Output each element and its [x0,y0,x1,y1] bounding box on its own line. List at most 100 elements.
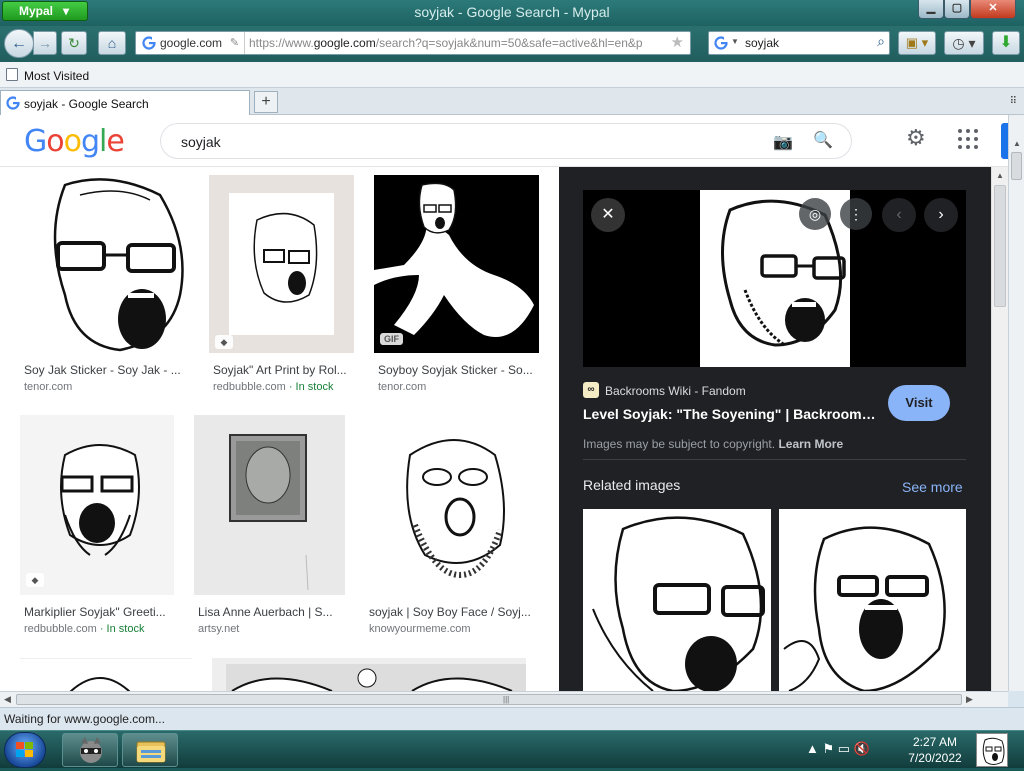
search-icon[interactable]: 🔍 [813,130,833,150]
stock-label: · In stock [96,623,145,635]
result-domain: redbubble.com [24,623,97,635]
google-engine-icon[interactable] [714,36,728,50]
history-button[interactable]: ◷ ▾ [944,31,984,55]
result-title[interactable]: Soyboy Soyjak Sticker - So... [378,363,536,377]
navigation-toolbar: ← → ↻ ⌂ google.com ✎ https://www.google.… [0,26,1024,62]
taskbar-explorer-button[interactable] [122,733,178,767]
site-identity-label: google.com [160,36,223,50]
image-result[interactable]: soyjak | Soy Boy Face / Soyj... knowyour… [365,415,539,637]
logo-letter: o [63,124,82,159]
url-prefix: https://www. [249,36,314,50]
scrollbar-thumb[interactable] [994,185,1006,307]
chevron-down-icon[interactable]: ▼ [731,37,739,46]
result-thumbnail[interactable] [194,415,345,595]
forward-button[interactable]: → [33,31,57,55]
image-result[interactable] [20,658,192,691]
user-avatar[interactable] [976,733,1008,767]
clock[interactable]: 2:27 AM 7/20/2022 [900,734,970,766]
grip-icon: ||| [503,695,510,704]
minimize-button[interactable]: ▁ [918,0,944,19]
tab-soyjak-search[interactable]: soyjak - Google Search [0,90,250,115]
downloads-button[interactable]: ⬇ [992,31,1020,55]
browser-window: Mypal ▾ soyjak - Google Search - Mypal ▁ … [0,0,1024,730]
reload-button[interactable]: ↻ [61,31,87,55]
search-bar-input[interactable]: soyjak [745,32,779,54]
result-thumbnail[interactable] [365,415,539,595]
home-button[interactable]: ⌂ [98,31,126,55]
result-title[interactable]: Markiplier Soyjak" Greeti... [24,605,170,619]
result-thumbnail[interactable]: GIF [374,175,539,353]
url-text[interactable]: https://www.google.com/search?q=soyjak&n… [249,32,664,54]
image-result[interactable]: GIF Soyboy Soyjak Sticker - So... tenor.… [374,175,539,397]
result-title[interactable]: Lisa Anne Auerbach | S... [198,605,341,619]
horizontal-scrollbar[interactable]: ◀ ||| ▶ [0,691,1008,707]
preview-title[interactable]: Level Soyjak: "The Soyening" | Backrooms… [583,406,883,422]
image-result[interactable]: ◆ Markiplier Soyjak" Greeti... redbubble… [20,415,174,637]
new-tab-button[interactable]: + [254,91,278,113]
results-scrollbar[interactable]: ▲ [991,167,1008,691]
scroll-up-icon[interactable]: ▲ [1013,139,1021,148]
start-button[interactable] [4,732,46,768]
tag-icon: ◆ [215,335,233,349]
maximize-button[interactable]: ▢ [944,0,970,19]
lens-icon[interactable]: ◎ [799,198,831,230]
tab-strip: soyjak - Google Search + ⠿ [0,88,1024,115]
scrollbar-thumb[interactable] [1011,152,1022,180]
scroll-up-icon[interactable]: ▲ [996,171,1004,180]
back-button[interactable]: ← [4,29,34,58]
visit-button[interactable]: Visit [888,385,950,421]
copyright-notice: Images may be subject to copyright. Lear… [583,437,843,451]
logo-letter: o [46,124,64,159]
sign-in-edge[interactable] [1001,123,1008,159]
divider [583,459,966,460]
scroll-left-icon[interactable]: ◀ [4,694,11,705]
result-title[interactable]: soyjak | Soy Boy Face / Soyj... [369,605,535,619]
image-result[interactable]: ◆ Soyjak" Art Print by Rol... redbubble.… [209,175,354,397]
search-bar[interactable]: ▼ soyjak ⌕ [708,31,890,55]
scroll-right-icon[interactable]: ▶ [966,694,973,705]
taskbar: ▲ ⚑ ▭ 🔇 2:27 AM 7/20/2022 [0,730,1024,768]
close-window-button[interactable]: ✕ [970,0,1016,19]
apps-grid-icon[interactable] [958,129,978,149]
system-tray[interactable]: ▲ ⚑ ▭ 🔇 [806,741,870,757]
bookmarks-menu-button[interactable]: ▣ ▾ [898,31,936,55]
next-image-button[interactable]: › [924,198,958,232]
learn-more-link[interactable]: Learn More [778,437,843,451]
image-result[interactable]: Lisa Anne Auerbach | S... artsy.net [194,415,345,637]
related-image[interactable] [779,509,966,691]
camera-icon[interactable]: 📷 [773,132,793,152]
related-image[interactable] [583,509,771,691]
search-icon[interactable]: ⌕ [877,33,885,50]
bookmark-most-visited[interactable]: Most Visited [24,69,89,83]
result-title[interactable]: Soy Jak Sticker - Soy Jak - ... [24,363,186,377]
search-input[interactable]: soyjak [181,134,221,150]
result-source: knowyourmeme.com [369,623,470,635]
result-thumbnail[interactable] [20,175,190,353]
site-identity-button[interactable]: google.com ✎ [136,32,246,54]
page-scrollbar[interactable]: ▲ [1008,115,1024,691]
clock-time: 2:27 AM [912,735,958,749]
previous-image-button[interactable]: ‹ [882,198,916,232]
result-domain: redbubble.com [213,381,286,393]
gif-badge: GIF [380,333,403,345]
result-thumbnail[interactable]: ◆ [209,175,354,353]
scrollbar-thumb[interactable]: ||| [16,694,962,705]
fandom-icon: ∞ [583,382,599,398]
image-result[interactable] [212,658,526,691]
image-result[interactable]: Soy Jak Sticker - Soy Jak - ... tenor.co… [20,175,190,397]
gear-icon[interactable]: ⚙ [906,125,926,151]
close-preview-button[interactable]: ✕ [591,198,625,232]
url-bar[interactable]: google.com ✎ https://www.google.com/sear… [135,31,691,55]
google-logo[interactable]: Google [24,124,125,159]
result-title[interactable]: Soyjak" Art Print by Rol... [213,363,351,377]
tab-label: soyjak - Google Search [24,97,149,111]
soyjak-avatar-icon [982,737,1005,765]
taskbar-mypal-button[interactable] [62,733,118,767]
more-options-button[interactable]: ⋮ [840,198,872,230]
see-more-link[interactable]: See more [902,479,963,495]
google-search-box[interactable]: soyjak 📷 🔍 [160,123,852,159]
bookmark-star-icon[interactable]: ★ [671,32,684,54]
result-thumbnail[interactable]: ◆ [20,415,174,595]
list-all-tabs-icon[interactable]: ⠿ [1010,96,1017,107]
permissions-icon[interactable]: ✎ [230,32,239,54]
